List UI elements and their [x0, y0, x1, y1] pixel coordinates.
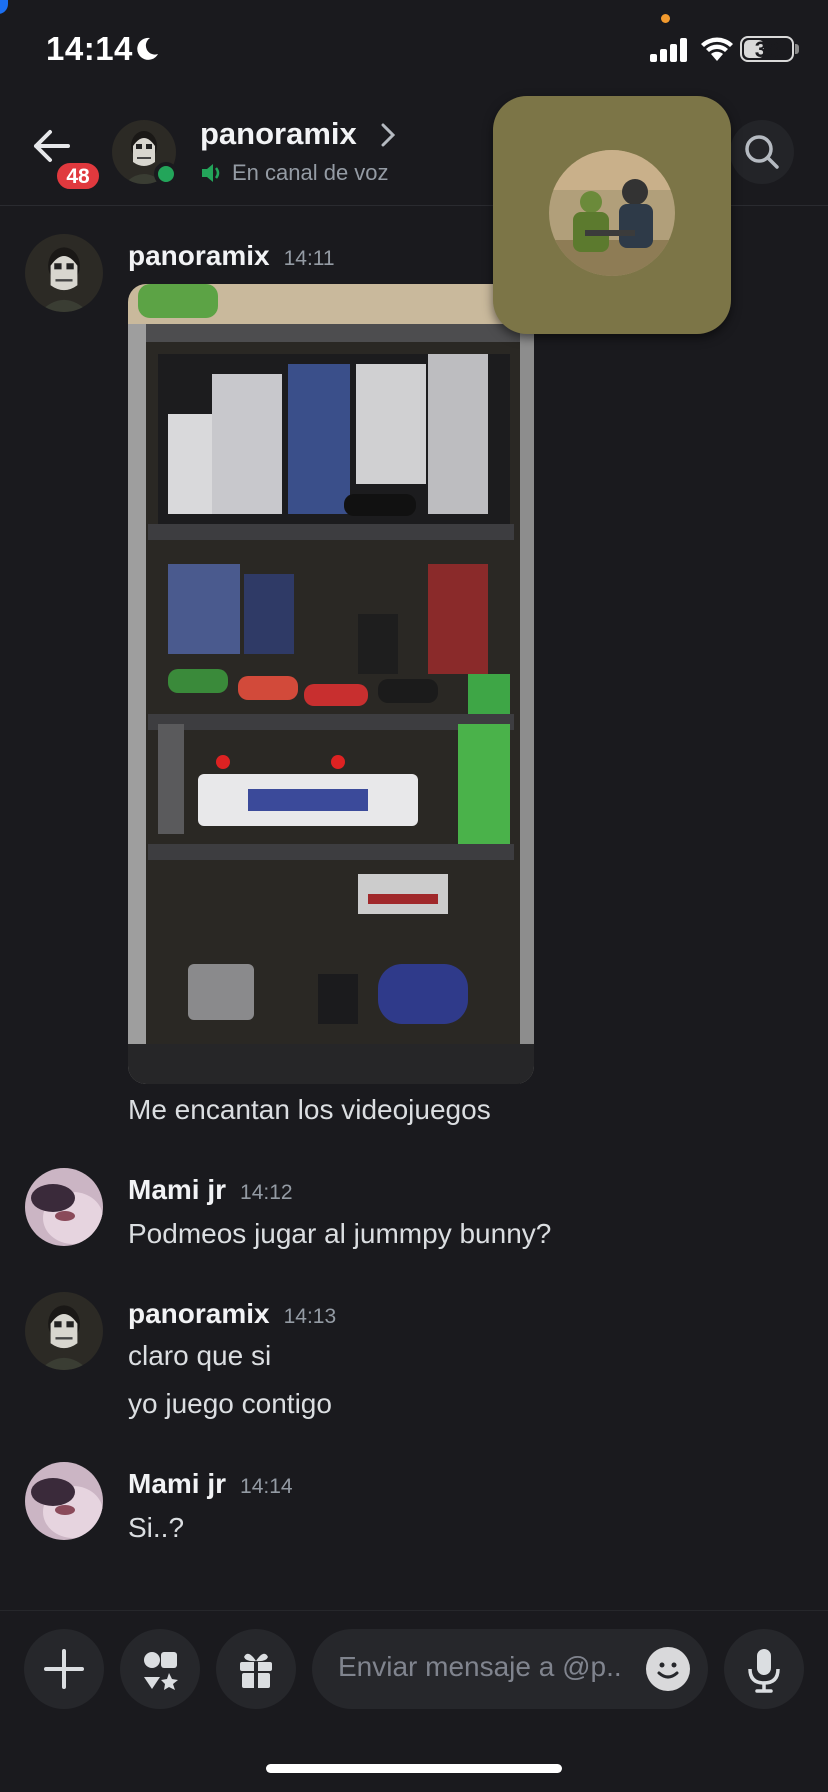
speaker-icon	[202, 164, 220, 182]
message-text: Si..?	[128, 1512, 185, 1543]
status-time: 14:14	[46, 30, 133, 67]
message-input-placeholder: Enviar mensaje a @p..	[338, 1651, 622, 1682]
message-author[interactable]: Mami jr 14:12	[128, 1174, 293, 1206]
skull-mask-avatar-image	[25, 1292, 103, 1370]
microphone-icon	[748, 1649, 780, 1693]
avatar[interactable]	[25, 1292, 103, 1370]
skull-mask-avatar-image	[25, 234, 103, 312]
author-name: Mami jr	[128, 1468, 227, 1499]
unread-badge: 48	[54, 160, 102, 192]
message-input[interactable]: Enviar mensaje a @p..	[312, 1629, 708, 1709]
blurred-face-avatar-image	[25, 1168, 103, 1246]
online-status-dot	[154, 162, 178, 186]
battery-tip	[795, 44, 799, 54]
voice-call-overlay[interactable]	[493, 96, 731, 334]
battery-indicator: 38	[740, 36, 794, 62]
gift-icon	[240, 1653, 272, 1688]
gift-button[interactable]	[216, 1629, 296, 1709]
app-indicator-icon	[0, 0, 8, 14]
message-timestamp: 14:13	[283, 1305, 337, 1328]
battery-text: 38	[754, 37, 780, 62]
add-attachment-button[interactable]	[24, 1629, 104, 1709]
moon-icon	[137, 37, 158, 60]
message-timestamp: 14:14	[240, 1475, 293, 1498]
author-name: panoramix	[128, 240, 270, 271]
message-text: yo juego contigo	[128, 1388, 332, 1419]
voice-message-button[interactable]	[724, 1629, 804, 1709]
message-author[interactable]: panoramix 14:11	[128, 240, 335, 272]
author-name: panoramix	[128, 1298, 270, 1329]
author-name: Mami jr	[128, 1174, 227, 1205]
game-characters-image	[549, 150, 675, 276]
message-text: Podmeos jugar al jummpy bunny?	[128, 1218, 552, 1249]
apps-button[interactable]	[120, 1629, 200, 1709]
privacy-indicator-dot	[661, 14, 670, 23]
search-button[interactable]	[730, 120, 794, 184]
wifi-icon	[701, 37, 733, 61]
search-icon	[745, 135, 779, 169]
message-text: claro que si	[128, 1340, 272, 1371]
voice-participant-avatar	[549, 150, 675, 276]
contact-name[interactable]: panoramix	[200, 116, 357, 152]
avatar[interactable]	[25, 234, 103, 312]
blurred-face-avatar-image	[25, 1462, 103, 1540]
status-bar: 14:14 38	[0, 0, 828, 100]
avatar[interactable]	[25, 1168, 103, 1246]
apps-icon	[144, 1652, 178, 1690]
message-text: Me encantan los videojuegos	[128, 1094, 491, 1125]
avatar[interactable]	[25, 1462, 103, 1540]
message-timestamp: 14:11	[283, 247, 335, 270]
game-shelf-photo	[128, 284, 534, 1084]
message-timestamp: 14:12	[240, 1181, 293, 1204]
message-author[interactable]: Mami jr 14:14	[128, 1468, 293, 1500]
plus-icon	[44, 1649, 84, 1689]
voice-status-text: En canal de voz	[232, 160, 389, 185]
chevron-right-icon[interactable]	[380, 122, 396, 148]
home-indicator	[266, 1764, 562, 1773]
message-author[interactable]: panoramix 14:13	[128, 1298, 336, 1330]
message-image-attachment[interactable]	[128, 284, 534, 1084]
emoji-icon	[657, 1662, 679, 1679]
message-composer: Enviar mensaje a @p..	[0, 1610, 828, 1720]
emoji-button[interactable]	[646, 1647, 690, 1691]
cellular-signal-icon	[650, 38, 687, 62]
